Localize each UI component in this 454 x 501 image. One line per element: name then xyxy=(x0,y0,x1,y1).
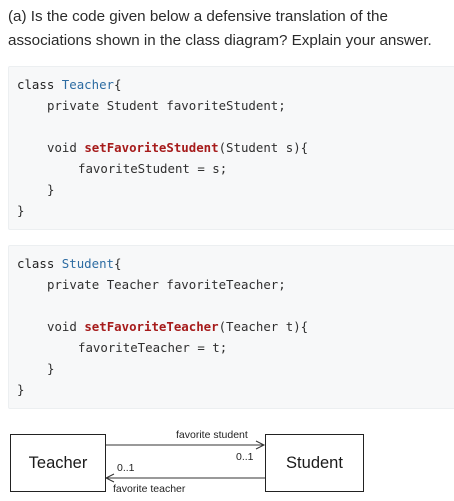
field-declaration-line: private Teacher favoriteTeacher; xyxy=(47,277,286,293)
open-brace: { xyxy=(114,256,122,271)
field-type: Student xyxy=(106,98,159,113)
method-body-line: favoriteStudent = s; xyxy=(78,161,228,176)
field-modifier: private xyxy=(47,277,100,292)
method-body-line: favoriteTeacher = t; xyxy=(78,340,228,355)
class-keyword: class xyxy=(17,256,55,271)
method-close-brace: } xyxy=(47,361,55,376)
bottom-multiplicity-label: 0..1 xyxy=(117,462,135,474)
method-signature-line: void setFavoriteStudent(Student s){ xyxy=(47,140,308,156)
bottom-role-label: favorite teacher xyxy=(113,483,186,495)
code-block-teacher: class Teacher{ private Student favoriteS… xyxy=(8,66,454,230)
class-keyword: class xyxy=(17,77,55,92)
method-name: setFavoriteStudent xyxy=(84,140,219,155)
field-declaration-line: private Student favoriteStudent; xyxy=(47,98,286,114)
method-params: (Student s){ xyxy=(218,140,309,155)
open-brace: { xyxy=(114,77,122,92)
field-name: favoriteTeacher; xyxy=(166,277,286,292)
class-name: Student xyxy=(61,256,114,271)
student-class-box: Student xyxy=(265,434,364,492)
class-declaration-line: class Teacher{ xyxy=(17,77,121,93)
class-close-brace: } xyxy=(17,382,25,397)
method-return-type: void xyxy=(47,319,77,334)
method-name: setFavoriteTeacher xyxy=(84,319,219,334)
field-name: favoriteStudent; xyxy=(166,98,286,113)
class-declaration-line: class Student{ xyxy=(17,256,121,272)
class-diagram: Teacher Student favorite student 0..1 0.… xyxy=(0,418,454,501)
question-text: (a) Is the code given below a defensive … xyxy=(8,8,432,49)
method-close-brace: } xyxy=(47,182,55,197)
teacher-class-box: Teacher xyxy=(10,434,106,492)
top-role-label: favorite student xyxy=(176,429,248,441)
class-close-brace: } xyxy=(17,203,25,218)
method-signature-line: void setFavoriteTeacher(Teacher t){ xyxy=(47,319,308,335)
method-params: (Teacher t){ xyxy=(218,319,309,334)
class-name: Teacher xyxy=(61,77,114,92)
field-type: Teacher xyxy=(106,277,159,292)
method-return-type: void xyxy=(47,140,77,155)
code-block-student: class Student{ private Teacher favoriteT… xyxy=(8,245,454,409)
field-modifier: private xyxy=(47,98,100,113)
top-multiplicity-label: 0..1 xyxy=(236,451,254,463)
